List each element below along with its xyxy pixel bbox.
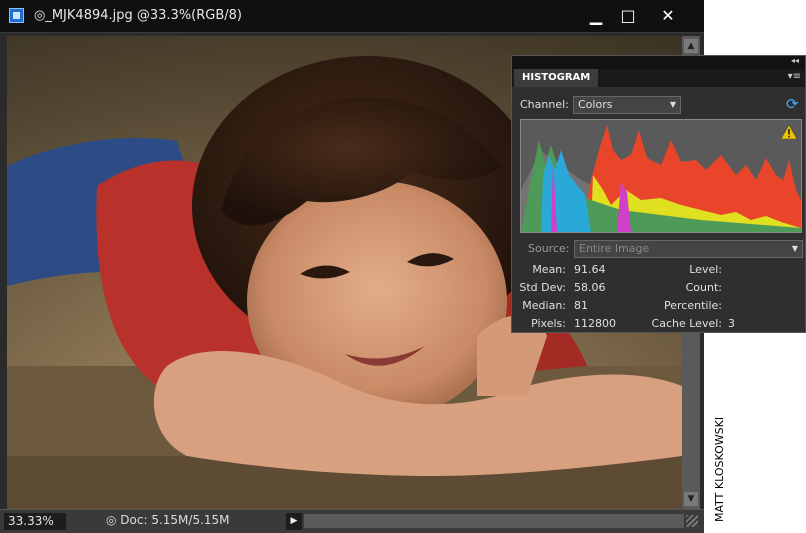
histogram-chart (521, 125, 801, 232)
scroll-up-icon[interactable]: ▲ (684, 39, 698, 53)
source-select[interactable]: Entire Image ▼ (574, 240, 803, 258)
minimize-icon[interactable]: ▁ (584, 5, 608, 27)
panel-tab-row: HISTOGRAM ▾≡ (512, 69, 805, 87)
count-label: Count: (685, 281, 722, 294)
channel-value: Colors (578, 98, 613, 111)
percentile-label: Percentile: (664, 299, 722, 312)
median-label: Median: (522, 299, 566, 312)
cache-level-value: 3 (728, 317, 735, 330)
tab-histogram[interactable]: HISTOGRAM (514, 69, 599, 87)
panel-menu-icon[interactable]: ▾≡ (788, 71, 801, 82)
source-value: Entire Image (579, 242, 650, 255)
stddev-label: Std Dev: (519, 281, 566, 294)
panel-header-strip[interactable]: ◂◂ (512, 56, 805, 69)
chevron-down-icon: ▼ (669, 100, 676, 109)
level-label: Level: (689, 263, 722, 276)
resize-grip-icon[interactable] (686, 515, 698, 527)
status-menu-arrow-icon[interactable]: ▶ (286, 513, 302, 530)
mean-value: 91.64 (574, 263, 606, 276)
scroll-down-icon[interactable]: ▼ (684, 492, 698, 506)
app-icon (9, 8, 24, 23)
refresh-icon[interactable]: ⟳ (786, 95, 799, 113)
collapse-panel-icon[interactable]: ◂◂ (791, 56, 799, 65)
cache-level-label: Cache Level: (651, 317, 722, 330)
photo-credit: MATT KLOSKOWSKI (713, 416, 726, 522)
maximize-icon[interactable]: □ (616, 5, 640, 27)
pixels-value: 112800 (574, 317, 616, 330)
median-value: 81 (574, 299, 588, 312)
status-bar: 33.33% ◎ Doc: 5.15M/5.15M ▶ (0, 509, 704, 533)
warning-icon[interactable] (781, 125, 797, 139)
pixels-label: Pixels: (531, 317, 566, 330)
document-size[interactable]: ◎ Doc: 5.15M/5.15M (106, 513, 230, 527)
document-title: ◎_MJK4894.jpg @33.3%(RGB/8) (34, 8, 242, 23)
close-icon[interactable]: ✕ (656, 5, 680, 27)
channel-select[interactable]: Colors ▼ (573, 96, 681, 114)
histogram-panel: ◂◂ HISTOGRAM ▾≡ Channel: Colors ▼ ⟳ Sour… (511, 55, 806, 333)
mean-label: Mean: (532, 263, 566, 276)
title-bar[interactable]: ◎_MJK4894.jpg @33.3%(RGB/8) ▁ □ ✕ (0, 0, 704, 33)
chevron-down-icon: ▼ (791, 244, 798, 253)
histogram-graph (520, 119, 802, 233)
zoom-field[interactable]: 33.33% (4, 513, 66, 530)
stddev-value: 58.06 (574, 281, 606, 294)
channel-label: Channel: (520, 98, 569, 111)
source-label: Source: (528, 242, 570, 255)
horizontal-scrollbar[interactable] (304, 514, 684, 528)
